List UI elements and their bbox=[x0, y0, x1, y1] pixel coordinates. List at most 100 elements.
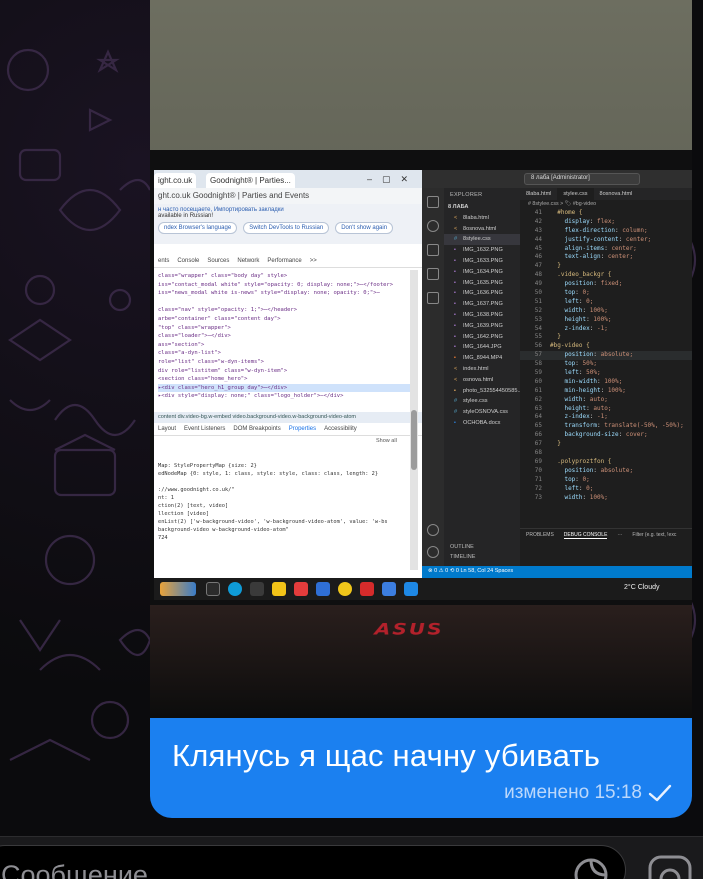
message-meta: изменено 15:18 bbox=[504, 782, 672, 804]
browser-window: ight.co.uk Goodnight® | Parties... –▢✕ g… bbox=[154, 170, 422, 578]
camera-icon[interactable] bbox=[646, 853, 694, 879]
property-line: ://www.goodnight.co.uk/" bbox=[158, 487, 235, 493]
file-icon: < bbox=[454, 214, 458, 221]
css-property: min-height bbox=[564, 386, 601, 394]
code-line: 63 height: auto; bbox=[520, 405, 692, 414]
brand-logo: ASUS bbox=[373, 620, 445, 639]
css-property: justify-content bbox=[564, 235, 619, 243]
outline-section: OUTLINE bbox=[450, 544, 474, 550]
css-value: -1; bbox=[593, 413, 608, 421]
timeline-section: TIMELINE bbox=[450, 554, 476, 560]
code-line: 68 bbox=[520, 449, 692, 458]
outline-sections: OUTLINE TIMELINE bbox=[444, 542, 520, 562]
code-line: 58 top: 50%; bbox=[520, 360, 692, 369]
css-value: column; bbox=[618, 226, 648, 234]
file-icon: # bbox=[454, 236, 458, 243]
devtools-subtab-active: Properties bbox=[288, 426, 317, 432]
file-icon: ▪ bbox=[454, 387, 456, 394]
devtools-elements-tree: class="wrapper" class="body day" style> i… bbox=[154, 270, 414, 415]
message-photo[interactable]: ASUS ight.co.uk Goodnight® | Parties... … bbox=[150, 0, 692, 718]
line-number: 41 bbox=[534, 209, 542, 216]
show-all-checkbox: Show all bbox=[376, 438, 397, 444]
css-selector: } bbox=[550, 262, 561, 270]
panel-tab-active: DEBUG CONSOLE bbox=[563, 532, 608, 539]
devtools-tab: Network bbox=[237, 258, 260, 264]
css-property: top bbox=[564, 360, 576, 368]
explorer-file-label: IMG_1634.PNG bbox=[463, 268, 503, 275]
explorer-file-label: index.html bbox=[463, 365, 489, 372]
file-icon: ▪ bbox=[454, 322, 456, 329]
message-composer: Сообщение bbox=[0, 836, 703, 879]
code-line: 53 height: 100%; bbox=[520, 316, 692, 325]
message-input[interactable]: Сообщение bbox=[0, 845, 626, 879]
window-controls: –▢✕ bbox=[366, 174, 418, 184]
vscode-command-center: 8 лаба [Administrator] bbox=[524, 173, 640, 185]
code-line: 45 align-items: center; bbox=[520, 245, 692, 254]
search-icon bbox=[427, 220, 439, 232]
editor-tab: 8laba.html bbox=[526, 191, 552, 197]
notice-button: Switch DevTools to Russian bbox=[243, 222, 330, 234]
line-number: 62 bbox=[534, 395, 542, 403]
devtools-subtab: Event Listeners bbox=[184, 426, 226, 432]
css-value: 100%; bbox=[600, 377, 623, 385]
line-number: 48 bbox=[534, 271, 542, 279]
editor-breadcrumb: # 8stylee.css > 🏷 #bg-video bbox=[528, 201, 597, 207]
code-line: 43 flex-direction: column; bbox=[520, 227, 692, 236]
css-property: position bbox=[564, 466, 594, 474]
line-number: 50 bbox=[534, 289, 542, 297]
dom-tree-line: class="nav" style="opacity: 1;">⋯</heade… bbox=[158, 307, 298, 314]
code-line: 57 position: absolute; bbox=[520, 351, 692, 361]
css-selector: #bg-video { bbox=[550, 342, 590, 350]
property-line bbox=[158, 478, 410, 486]
browser-tab-active: Goodnight® | Parties... bbox=[206, 173, 295, 188]
css-value: 100%; bbox=[586, 493, 608, 501]
explorer-file: ▪ IMG_1637.PNG bbox=[444, 299, 520, 310]
message-bubble[interactable]: ASUS ight.co.uk Goodnight® | Parties... … bbox=[150, 0, 692, 818]
edge-icon bbox=[228, 582, 242, 596]
explorer-file-label: 8stylee.css bbox=[463, 236, 491, 243]
explorer-file-label: 8laba.html bbox=[463, 214, 489, 221]
css-property: position bbox=[564, 280, 594, 288]
editor-tab-active: stylee.css bbox=[557, 188, 594, 200]
notice-button: ndex Browser's language bbox=[158, 222, 238, 234]
devtools-tabs: ents Console Sources Network Performance >> bbox=[154, 256, 422, 268]
css-property: text-align bbox=[564, 253, 601, 261]
code-line: 69 .polyproztfon { bbox=[520, 458, 692, 467]
css-property: width bbox=[564, 493, 583, 501]
panel-tab: PROBLEMS bbox=[526, 532, 554, 538]
file-icon: ▪ bbox=[454, 290, 456, 297]
css-value: absolute; bbox=[596, 466, 634, 474]
dom-tree-line: class="loader">⋯</div> bbox=[158, 333, 231, 340]
explorer-file: ▪ IMG_1642.PNG bbox=[444, 332, 520, 343]
css-property: display bbox=[564, 217, 590, 225]
css-selector: #home { bbox=[550, 209, 583, 216]
css-property: transform bbox=[564, 422, 597, 430]
file-icon: ▪ bbox=[454, 419, 456, 426]
message-input-placeholder: Сообщение bbox=[1, 860, 148, 879]
property-line: edNodeMap {0: style, 1: class, style: st… bbox=[158, 471, 379, 477]
devtools-tab: ents bbox=[158, 258, 170, 264]
file-icon: # bbox=[454, 398, 458, 405]
line-number: 70 bbox=[534, 466, 542, 474]
explorer-file-label: styleOSNOVA.css bbox=[463, 409, 508, 416]
file-icon: < bbox=[454, 376, 458, 383]
vscode-titlebar: 8 лаба [Administrator] bbox=[422, 170, 692, 188]
dom-tree-line: iss="contact_modal white" style="opacity… bbox=[158, 281, 394, 288]
css-property: width bbox=[564, 395, 583, 403]
explorer-file-label: ОСНОВА.docx bbox=[463, 419, 501, 426]
css-property: top bbox=[564, 475, 576, 483]
widgets-icon bbox=[160, 582, 196, 596]
explorer-file: ▪ IMG_1634.PNG bbox=[444, 267, 520, 278]
css-value: auto; bbox=[586, 395, 608, 403]
code-line: 55 } bbox=[520, 333, 692, 342]
explorer-file: # stylee.css bbox=[444, 396, 520, 407]
sticker-icon[interactable] bbox=[571, 855, 611, 879]
panel-filter: Filter (e.g. text, !exc bbox=[632, 532, 677, 538]
windows-taskbar: 2°C Cloudy bbox=[154, 578, 692, 600]
devtools-subtab: Accessibility bbox=[324, 426, 357, 432]
scroll-thumb bbox=[411, 410, 417, 470]
notice-line-2: available in Russian! bbox=[158, 213, 214, 219]
explorer-file-label: IMG_8944.MP4 bbox=[463, 355, 503, 362]
explorer-file-label: IMG_1638.PNG bbox=[463, 311, 503, 318]
folder-name: 8 ЛАБА bbox=[448, 204, 469, 210]
